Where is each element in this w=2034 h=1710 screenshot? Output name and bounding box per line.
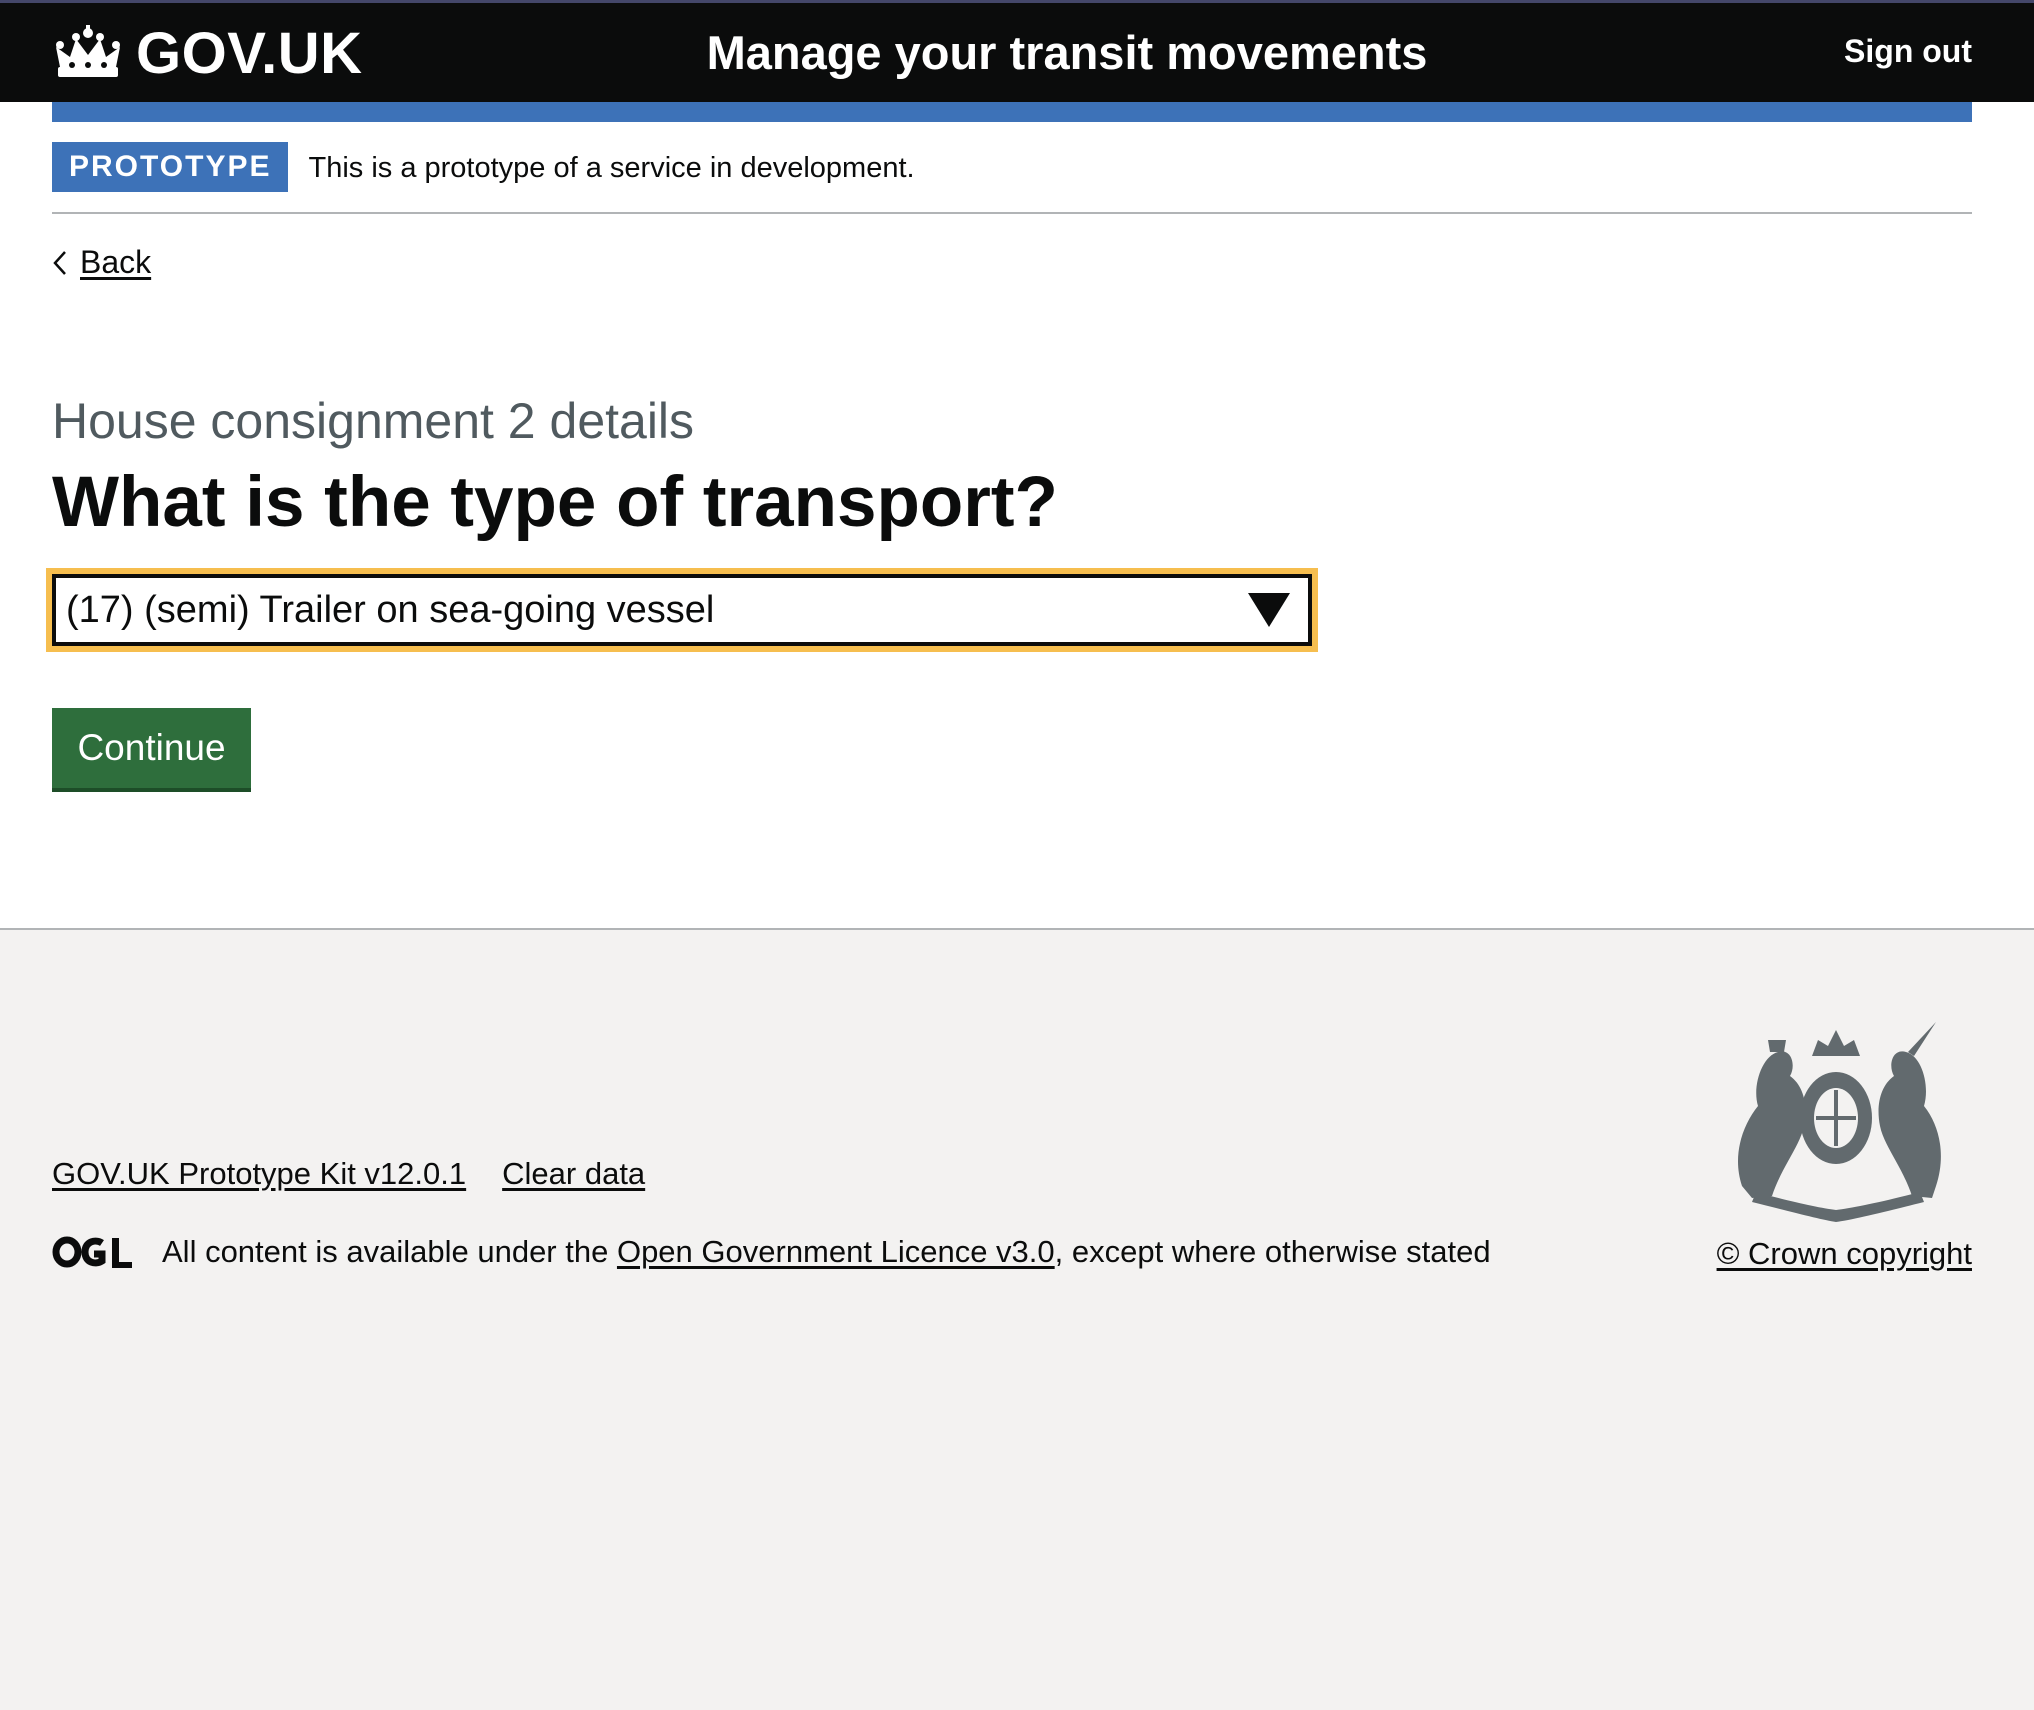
triangle-down-icon [1248, 593, 1290, 627]
licence-prefix: All content is available under the [162, 1234, 617, 1269]
back-link-label: Back [80, 244, 152, 280]
page-title: What is the type of transport? [52, 463, 1058, 542]
page-caption: House consignment 2 details [52, 393, 695, 449]
sign-out-link[interactable]: Sign out [1844, 33, 1972, 70]
prototype-kit-version-link[interactable]: GOV.UK Prototype Kit v12.0.1 [52, 1156, 466, 1192]
site-header: GOV.UK Manage your transit movements Sig… [0, 0, 2034, 102]
page: GOV.UK Manage your transit movements Sig… [0, 0, 2034, 1710]
header-blue-bar [52, 102, 1972, 122]
select-value: (17) (semi) Trailer on sea-going vessel [66, 588, 715, 631]
crown-copyright-link[interactable]: © Crown copyright [1717, 1236, 1972, 1272]
chevron-left-icon [53, 250, 66, 275]
footer-links: GOV.UK Prototype Kit v12.0.1 Clear data [52, 1156, 645, 1192]
clear-data-link[interactable]: Clear data [502, 1156, 645, 1192]
transport-type-select-focus-ring: (17) (semi) Trailer on sea-going vessel [46, 568, 1318, 652]
phase-tag: PROTOTYPE [52, 142, 289, 192]
back-link[interactable]: Back [52, 244, 151, 281]
royal-coat-of-arms-icon [1737, 1022, 1941, 1222]
phase-banner: PROTOTYPE This is a prototype of a servi… [52, 142, 1972, 214]
ogl-logo-icon [52, 1236, 132, 1268]
transport-type-select[interactable]: (17) (semi) Trailer on sea-going vessel [52, 574, 1312, 646]
licence-statement: All content is available under the Open … [52, 1234, 1491, 1270]
site-footer: GOV.UK Prototype Kit v12.0.1 Clear data … [0, 928, 2034, 1710]
service-name[interactable]: Manage your transit movements [0, 25, 2034, 80]
open-government-licence-link[interactable]: Open Government Licence v3.0 [617, 1234, 1055, 1270]
licence-suffix: , except where otherwise stated [1054, 1234, 1491, 1269]
phase-banner-text: This is a prototype of a service in deve… [308, 152, 915, 184]
continue-button[interactable]: Continue [52, 708, 251, 788]
